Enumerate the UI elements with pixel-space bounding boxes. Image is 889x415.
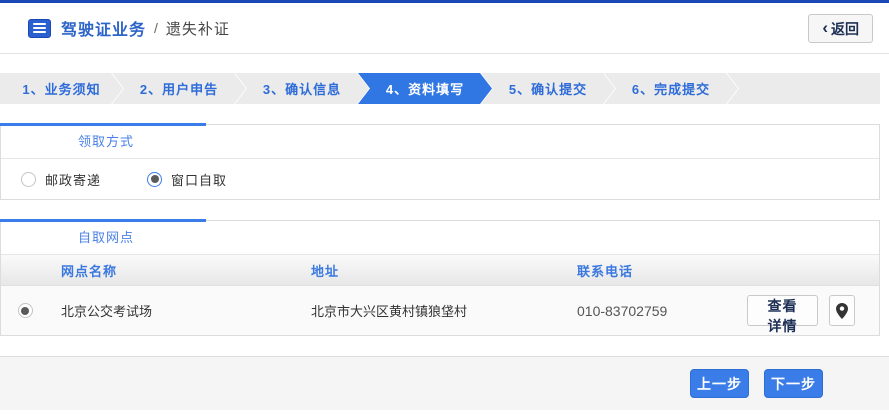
page-title: 驾驶证业务	[61, 22, 147, 39]
location-pin-icon	[835, 302, 848, 319]
outlet-table-header: 网点名称 地址 联系电话	[1, 255, 879, 286]
wizard-footer: 上一步 下一步	[0, 356, 889, 410]
pickup-method-options: 邮政寄递 窗口自取	[1, 159, 879, 199]
pickup-method-section: 领取方式 邮政寄递 窗口自取	[0, 123, 880, 200]
outlet-address: 北京市大兴区黄村镇狼垡村	[311, 304, 468, 319]
breadcrumb-separator: /	[154, 20, 158, 36]
step-1-business-notice[interactable]: 1、业务须知	[0, 73, 123, 104]
outlet-phone: 010-83702759	[577, 302, 668, 319]
active-tab-underline	[0, 219, 206, 222]
radio-option-postal[interactable]: 邮政寄递	[21, 170, 101, 189]
back-button[interactable]: ‹ 返回	[808, 14, 873, 43]
row-actions: 查看详情	[747, 295, 879, 334]
column-header-name: 网点名称	[61, 263, 118, 279]
previous-step-button[interactable]: 上一步	[690, 369, 749, 398]
step-6-finish-submit[interactable]: 6、完成提交	[604, 73, 738, 104]
next-step-button[interactable]: 下一步	[764, 369, 823, 398]
step-3-confirm-info[interactable]: 3、确认信息	[235, 73, 369, 104]
page-header: 驾驶证业务 / 遗失补证 ‹ 返回	[0, 3, 889, 54]
outlet-table-row[interactable]: 北京公交考试场 北京市大兴区黄村镇狼垡村 010-83702759 查看详情	[1, 286, 879, 335]
step-bar-filler	[727, 73, 880, 104]
radio-selected-icon[interactable]	[147, 171, 163, 187]
pickup-outlet-section: 自取网点 网点名称 地址 联系电话 北京公交考试场 北京市大兴区黄村镇狼垡村 0…	[0, 219, 880, 336]
column-header-phone: 联系电话	[577, 263, 634, 279]
row-select-cell[interactable]	[1, 303, 49, 318]
step-2-user-declaration[interactable]: 2、用户申告	[112, 73, 246, 104]
page: 驾驶证业务 / 遗失补证 ‹ 返回 1、业务须知 2、用户申告 3、确认信息 4…	[0, 3, 889, 410]
chevron-left-icon: ‹	[822, 18, 828, 37]
radio-unselected-icon[interactable]	[21, 171, 36, 187]
radio-option-postal-label: 邮政寄递	[45, 172, 102, 188]
radio-option-window-pickup-label: 窗口自取	[171, 172, 228, 188]
list-card-icon	[28, 18, 51, 38]
step-5-confirm-submit[interactable]: 5、确认提交	[481, 73, 615, 104]
pickup-outlet-tab: 自取网点	[1, 221, 879, 255]
active-tab-underline	[0, 123, 206, 126]
radio-option-window-pickup[interactable]: 窗口自取	[147, 170, 227, 189]
map-location-button[interactable]	[828, 295, 855, 326]
step-4-fill-materials[interactable]: 4、资料填写	[358, 73, 492, 104]
step-wizard: 1、业务须知 2、用户申告 3、确认信息 4、资料填写 5、确认提交 6、完成提…	[0, 73, 880, 104]
outlet-name: 北京公交考试场	[61, 304, 153, 319]
pickup-method-tab: 领取方式	[1, 125, 879, 159]
row-radio-selected-icon[interactable]	[17, 303, 33, 318]
breadcrumb-current: 遗失补证	[165, 20, 230, 38]
back-button-label: 返回	[831, 20, 859, 37]
view-details-button[interactable]: 查看详情	[747, 295, 818, 334]
column-header-address: 地址	[311, 263, 340, 279]
